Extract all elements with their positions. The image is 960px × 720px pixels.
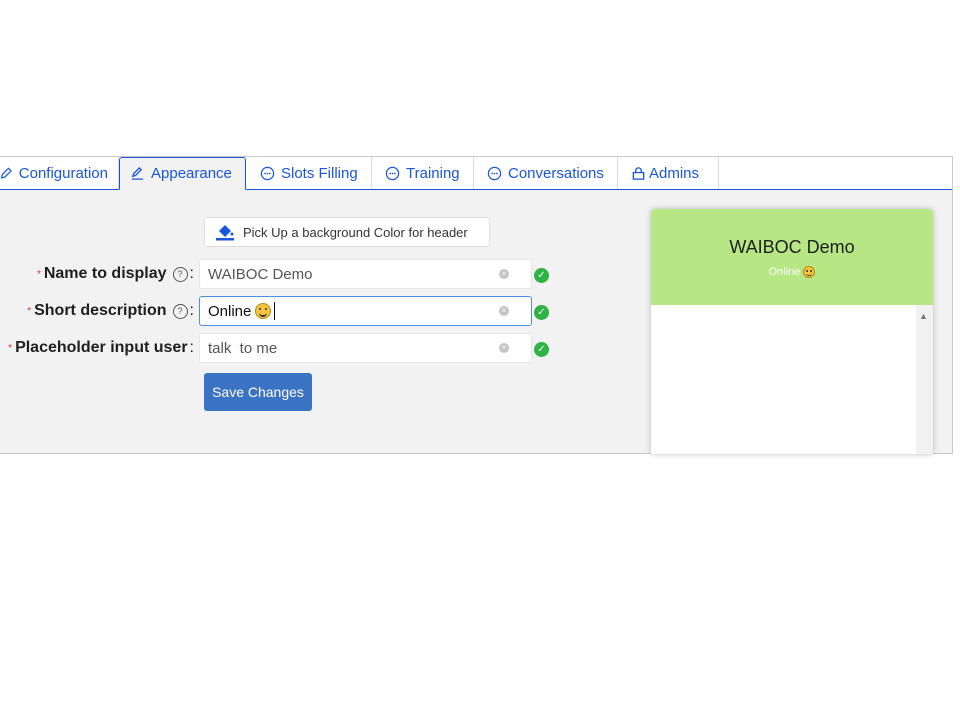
chat-preview-scrollbar[interactable]: ▲: [916, 305, 933, 454]
name-label: * Name to display ? :: [37, 259, 194, 289]
chat-bubble-icon: [487, 166, 502, 180]
check-icon: ✓: [534, 268, 549, 283]
help-icon[interactable]: ?: [172, 266, 188, 282]
required-marker: *: [27, 305, 32, 317]
check-icon: ✓: [534, 342, 549, 357]
chat-preview-subtitle: Online: [651, 266, 933, 278]
chat-preview: WAIBOC Demo Online ▲: [651, 209, 933, 454]
field-label: Name to display: [43, 265, 167, 282]
tab-label: Admins: [649, 164, 700, 182]
chat-preview-title: WAIBOC Demo: [729, 237, 855, 257]
label-colon: :: [189, 339, 194, 356]
chat-preview-header: WAIBOC Demo Online: [651, 209, 933, 305]
description-label: * Short description ? :: [27, 296, 194, 326]
field-label: Placeholder input user: [15, 339, 188, 356]
appearance-panel: Configuration Appearance Slots Filling T…: [0, 156, 953, 454]
save-changes-button[interactable]: Save Changes: [204, 373, 312, 411]
description-value: Online: [208, 302, 252, 320]
clear-icon[interactable]: ×: [499, 343, 509, 353]
name-input[interactable]: WAIBOC Demo ×: [199, 259, 532, 289]
label-colon: :: [189, 265, 194, 282]
chat-bubble-icon: [385, 166, 400, 180]
smiley-emoji-icon: [803, 266, 816, 278]
placeholder-input[interactable]: talk to me ×: [199, 333, 532, 363]
clear-icon[interactable]: ×: [499, 306, 509, 316]
name-value: WAIBOC Demo: [208, 265, 313, 283]
tab-label: Appearance: [151, 165, 232, 182]
chat-bubble-icon: [260, 166, 275, 180]
pencil-icon: [0, 166, 12, 179]
required-marker: *: [36, 268, 41, 280]
clear-icon[interactable]: ×: [499, 269, 509, 279]
tab-conversations[interactable]: Conversations: [477, 157, 618, 189]
required-marker: *: [8, 342, 13, 354]
tab-admins[interactable]: Admins: [621, 157, 719, 189]
paint-bucket-icon: [216, 225, 234, 241]
chat-preview-status: Online: [768, 266, 801, 278]
tab-label: Slots Filling: [281, 164, 358, 182]
tab-training[interactable]: Training: [375, 157, 474, 189]
form-row-name: * Name to display ? : WAIBOC Demo × ✓: [0, 259, 559, 289]
lock-icon: [632, 166, 645, 180]
help-icon[interactable]: ?: [172, 303, 188, 319]
tab-configuration[interactable]: Configuration: [0, 157, 119, 189]
tab-appearance[interactable]: Appearance: [119, 157, 246, 190]
label-colon: :: [189, 302, 194, 319]
smiley-emoji-icon: [255, 303, 272, 319]
form-row-description: * Short description ? : Online × ✓: [0, 296, 559, 326]
placeholder-label: * Placeholder input user :: [8, 333, 194, 363]
pick-color-button[interactable]: Pick Up a background Color for header: [204, 217, 490, 247]
tab-label: Training: [406, 164, 460, 182]
pencil-icon: [131, 166, 144, 180]
description-input[interactable]: Online ×: [199, 296, 532, 326]
tab-label: Configuration: [18, 164, 108, 182]
tab-bar: Configuration Appearance Slots Filling T…: [0, 157, 952, 190]
field-label: Short description: [34, 302, 167, 319]
check-icon: ✓: [534, 305, 549, 320]
form-row-placeholder: * Placeholder input user : talk to me × …: [0, 333, 559, 363]
scroll-up-icon[interactable]: ▲: [919, 311, 928, 321]
tab-label: Conversations: [508, 164, 604, 182]
pick-color-label: Pick Up a background Color for header: [243, 224, 468, 240]
text-cursor: [274, 302, 276, 320]
placeholder-value: talk to me: [208, 339, 278, 357]
tab-slots-filling[interactable]: Slots Filling: [250, 157, 372, 189]
